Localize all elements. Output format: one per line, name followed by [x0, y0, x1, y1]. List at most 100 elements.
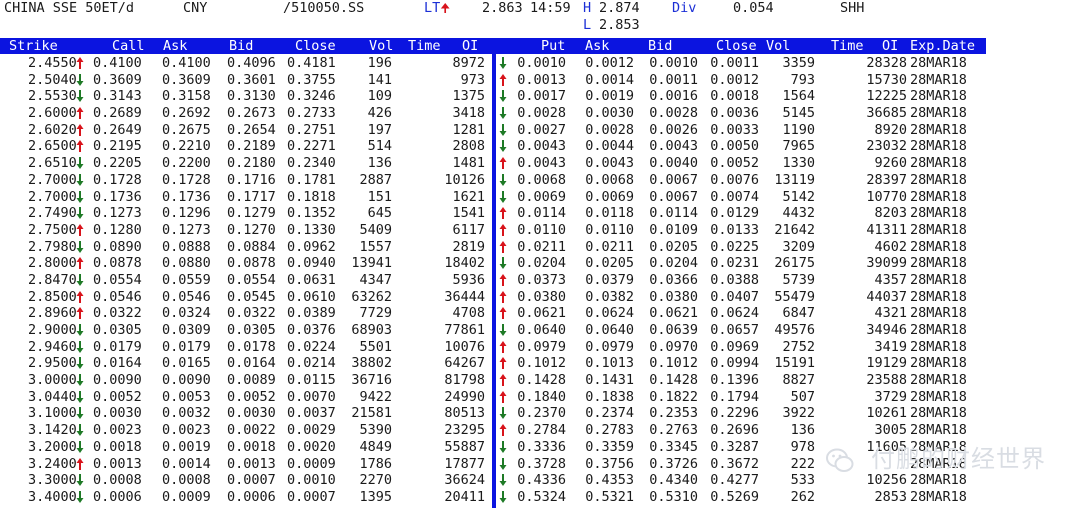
- strike-cell: 3.3000: [28, 472, 77, 489]
- table-row[interactable]: 2.8000 0.0878 0.0880 0.0878 0.0940 13941 18402…: [0, 255, 1080, 272]
- arrow-down-icon: [76, 390, 84, 404]
- table-row[interactable]: 2.9500 0.0164 0.0165 0.0164 0.0214 38802 64267…: [0, 355, 1080, 372]
- col-oi[interactable]: OI: [462, 38, 478, 54]
- col-put-time[interactable]: Time: [831, 38, 864, 54]
- call-cell: 0.0164: [93, 355, 142, 372]
- strike-cell: 2.6020: [28, 121, 77, 138]
- exp-date-cell: 28MAR18: [910, 171, 967, 188]
- table-row[interactable]: 2.7000 0.1736 0.1736 0.1717 0.1818 151 1621 0.0…: [0, 189, 1080, 206]
- table-row[interactable]: 2.5530 0.3143 0.3158 0.3130 0.3246 109 1375 0.0…: [0, 88, 1080, 105]
- table-row[interactable]: 2.7000 0.1728 0.1728 0.1716 0.1781 2887 10126 0…: [0, 172, 1080, 189]
- table-row[interactable]: 2.6500 0.2195 0.2210 0.2189 0.2271 514 2808 0.0…: [0, 138, 1080, 155]
- put-ask-cell: 0.4353: [585, 472, 634, 489]
- arrow-up-icon: [76, 139, 84, 153]
- put-vol-cell: 3922: [782, 405, 815, 422]
- table-row[interactable]: 2.8500 0.0546 0.0546 0.0545 0.0610 63262 36444…: [0, 289, 1080, 306]
- col-vol[interactable]: Vol: [369, 38, 393, 54]
- col-bid[interactable]: Bid: [229, 38, 253, 54]
- call-cell: 0.1736: [93, 188, 142, 205]
- put-bid-cell: 0.0010: [649, 55, 698, 71]
- table-row[interactable]: 2.8960 0.0322 0.0324 0.0322 0.0389 7729 4708 0.…: [0, 305, 1080, 322]
- col-close[interactable]: Close: [295, 38, 336, 54]
- table-row[interactable]: 3.1420 0.0023 0.0023 0.0022 0.0029 5390 23295 0…: [0, 422, 1080, 439]
- arrow-down-icon: [76, 490, 84, 504]
- col-put-close[interactable]: Close: [716, 38, 757, 54]
- put-ask-cell: 0.2783: [585, 422, 634, 439]
- put-vol-cell: 1330: [782, 155, 815, 172]
- arrow-down-icon: [499, 173, 507, 187]
- col-put-oi[interactable]: OI: [882, 38, 898, 54]
- table-row[interactable]: 2.7490 0.1273 0.1296 0.1279 0.1352 645 1541 0.0…: [0, 205, 1080, 222]
- table-row[interactable]: 3.0440 0.0052 0.0053 0.0052 0.0070 9422 24990 0…: [0, 389, 1080, 406]
- arrow-down-icon: [76, 323, 84, 337]
- put-ask-cell: 0.0624: [585, 305, 634, 322]
- call-cell: 0.0305: [93, 322, 142, 338]
- arrow-down-icon: [499, 89, 507, 103]
- arrow-down-icon: [499, 139, 507, 153]
- call-cell: 0.0546: [93, 288, 142, 305]
- put-bid-cell: 0.0011: [649, 71, 698, 88]
- table-row[interactable]: 2.6020 0.2649 0.2675 0.2654 0.2751 197 1281 0.0…: [0, 122, 1080, 139]
- strike-cell: 2.9000: [28, 322, 77, 338]
- arrow-down-icon: [76, 423, 84, 437]
- arrow-down-icon: [76, 406, 84, 420]
- put-oi-cell: 4357: [874, 271, 907, 288]
- put-vol-cell: 21642: [774, 221, 815, 238]
- exp-date-cell: 28MAR18: [910, 255, 967, 272]
- table-row[interactable]: 2.7980 0.0890 0.0888 0.0884 0.0962 1557 2819 0.…: [0, 239, 1080, 256]
- col-put[interactable]: Put: [541, 38, 565, 54]
- ask-cell: 0.0165: [162, 355, 211, 372]
- col-strike[interactable]: Strike: [9, 38, 58, 54]
- arrow-down-icon: [499, 56, 507, 70]
- table-row[interactable]: 3.1000 0.0030 0.0032 0.0030 0.0037 21581 80513…: [0, 405, 1080, 422]
- table-row[interactable]: 3.4000 0.0006 0.0009 0.0006 0.0007 1395 20411 0…: [0, 489, 1080, 506]
- table-row[interactable]: 2.4550 0.4100 0.4100 0.4096 0.4181 196 8972 0.0…: [0, 55, 1080, 72]
- put-bid-cell: 0.2353: [649, 405, 698, 422]
- table-row[interactable]: 2.6510 0.2205 0.2200 0.2180 0.2340 136 1481 0.0…: [0, 155, 1080, 172]
- table-row[interactable]: 2.6000 0.2689 0.2692 0.2673 0.2733 426 3418 0.0…: [0, 105, 1080, 122]
- put-oi-cell: 9260: [874, 155, 907, 172]
- table-row[interactable]: 3.0000 0.0090 0.0090 0.0089 0.0115 36716 81798…: [0, 372, 1080, 389]
- col-ask[interactable]: Ask: [163, 38, 187, 54]
- put-ask-cell: 0.0382: [585, 288, 634, 305]
- bid-cell: 0.0007: [227, 472, 276, 489]
- call-cell: 0.0090: [93, 372, 142, 389]
- put-ask-cell: 0.0205: [585, 255, 634, 272]
- strike-cell: 2.4550: [28, 55, 77, 71]
- table-row[interactable]: 2.8470 0.0554 0.0559 0.0554 0.0631 4347 5936 0.…: [0, 272, 1080, 289]
- exp-date-cell: 28MAR18: [910, 322, 967, 338]
- strike-cell: 2.7000: [28, 171, 77, 188]
- put-bid-cell: 0.4340: [649, 472, 698, 489]
- vol-cell: 7729: [359, 305, 392, 322]
- put-ask-cell: 0.2374: [585, 405, 634, 422]
- put-ask-cell: 0.0028: [585, 121, 634, 138]
- strike-cell: 2.8000: [28, 255, 77, 272]
- put-vol-cell: 533: [790, 472, 815, 489]
- vol-cell: 196: [367, 55, 392, 71]
- put-vol-cell: 4432: [782, 205, 815, 222]
- col-time[interactable]: Time: [408, 38, 441, 54]
- col-exp-date[interactable]: Exp.Date: [910, 38, 975, 54]
- bid-cell: 0.0305: [227, 322, 276, 338]
- table-row[interactable]: 2.9000 0.0305 0.0309 0.0305 0.0376 68903 77861…: [0, 322, 1080, 339]
- exp-date-cell: 28MAR18: [910, 71, 967, 88]
- put-vol-cell: 5739: [782, 271, 815, 288]
- lt-label: LT🠉: [424, 0, 451, 16]
- table-row[interactable]: 2.5040 0.3609 0.3609 0.3601 0.3755 141 973 0.00…: [0, 72, 1080, 89]
- ask-cell: 0.0324: [162, 305, 211, 322]
- col-put-vol[interactable]: Vol: [766, 38, 790, 54]
- col-put-ask[interactable]: Ask: [585, 38, 609, 54]
- arrow-up-icon: [76, 223, 84, 237]
- exp-date-cell: 28MAR18: [910, 271, 967, 288]
- put-oi-cell: 15730: [866, 71, 907, 88]
- table-row[interactable]: 2.7500 0.1280 0.1273 0.1270 0.1330 5409 6117 0.…: [0, 222, 1080, 239]
- vol-cell: 4849: [359, 438, 392, 455]
- col-put-bid[interactable]: Bid: [648, 38, 672, 54]
- table-row[interactable]: 3.3000 0.0008 0.0008 0.0007 0.0010 2270 36624 0…: [0, 472, 1080, 489]
- put-oi-cell: 3729: [874, 388, 907, 405]
- table-row[interactable]: 2.9460 0.0179 0.0179 0.0178 0.0224 5501 10076 0…: [0, 339, 1080, 356]
- col-call[interactable]: Call: [112, 38, 145, 54]
- put-vol-cell: 2752: [782, 338, 815, 355]
- put-ask-cell: 0.0044: [585, 138, 634, 155]
- exp-date-cell: 28MAR18: [910, 405, 967, 422]
